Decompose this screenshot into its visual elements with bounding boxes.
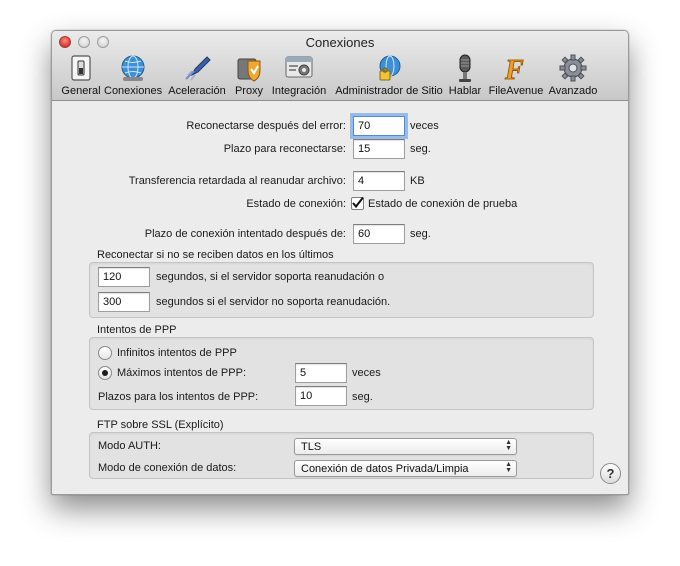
- resume-seconds-input[interactable]: 120: [98, 267, 150, 287]
- reconnect-delay-unit: seg.: [410, 143, 431, 155]
- ppp-delay-input[interactable]: 10: [295, 386, 347, 406]
- toolbar-administrador-sitio[interactable]: Administrador de Sitio: [333, 53, 445, 97]
- ppp-delay-unit: seg.: [352, 391, 373, 403]
- infinite-ppp-label[interactable]: Infinitos intentos de PPP: [117, 347, 237, 359]
- reconnect-attempts-input[interactable]: 70: [353, 116, 405, 136]
- max-ppp-unit: veces: [352, 367, 381, 379]
- radio-selected-dot: [102, 370, 108, 376]
- data-mode-value: Conexión de datos Privada/Limpia: [301, 463, 469, 475]
- microphone-icon: [459, 54, 471, 82]
- toolbar-conexiones[interactable]: Conexiones: [104, 53, 162, 97]
- reconnect-delay-input[interactable]: 15: [353, 139, 405, 159]
- globe-icon: [121, 55, 145, 81]
- updown-arrows-icon: ▲ ▼: [505, 439, 512, 452]
- auth-mode-select[interactable]: TLS ▲ ▼: [294, 438, 517, 455]
- fileavenue-icon: F: [504, 55, 525, 83]
- toolbar-general[interactable]: General: [59, 53, 103, 97]
- connections-pane: Reconectarse después del error: 70 veces…: [52, 102, 628, 494]
- reconnect-group: 120 segundos, si el servidor soporta rea…: [89, 262, 594, 318]
- max-ppp-radio[interactable]: [98, 366, 112, 380]
- reconnect-section-title: Reconectar si no se reciben datos en los…: [97, 249, 334, 261]
- noresume-seconds-label: segundos si el servidor no soporta reanu…: [156, 296, 391, 308]
- preferences-window: Conexiones General Conexiones Aceleració…: [51, 30, 629, 495]
- resume-seconds-label: segundos, si el servidor soporta reanuda…: [156, 271, 385, 283]
- infinite-ppp-radio[interactable]: [98, 346, 112, 360]
- ftp-ssl-section-title: FTP sobre SSL (Explícito): [97, 419, 224, 431]
- connection-status-label: Estado de conexión:: [246, 198, 346, 210]
- auth-mode-label: Modo AUTH:: [98, 440, 161, 452]
- reconnect-unit: veces: [410, 120, 439, 132]
- test-connection-checkbox-label[interactable]: Estado de conexión de prueba: [368, 198, 517, 210]
- switch-icon: [71, 55, 91, 81]
- shield-icon: [237, 58, 261, 82]
- rocket-icon: [185, 56, 211, 81]
- toolbar-proxy[interactable]: Proxy: [231, 53, 267, 97]
- titlebar: Conexiones General Conexiones Aceleració…: [52, 31, 628, 101]
- toolbar-aceleracion[interactable]: Aceleración: [167, 53, 227, 97]
- connection-timeout-label: Plazo de conexión intentado después de:: [144, 228, 346, 240]
- connection-timeout-input[interactable]: 60: [353, 224, 405, 244]
- noresume-seconds-input[interactable]: 300: [98, 292, 150, 312]
- ppp-section-title: Intentos de PPP: [97, 324, 177, 336]
- window-title: Conexiones: [305, 35, 375, 50]
- updown-arrows-icon: ▲ ▼: [505, 461, 512, 474]
- transfer-delay-input[interactable]: 4: [353, 171, 405, 191]
- reconnect-label: Reconectarse después del error:: [186, 120, 346, 132]
- toolbar-hablar[interactable]: Hablar: [448, 53, 482, 97]
- max-ppp-input[interactable]: 5: [295, 363, 347, 383]
- test-connection-checkbox[interactable]: [351, 196, 364, 210]
- checkmark-icon: [352, 196, 364, 209]
- transfer-delay-unit: KB: [410, 175, 425, 187]
- toolbar-avanzado[interactable]: Avanzado: [547, 53, 599, 97]
- data-mode-select[interactable]: Conexión de datos Privada/Limpia ▲ ▼: [294, 460, 517, 477]
- reconnect-delay-label: Plazo para reconectarse:: [223, 143, 346, 155]
- transfer-delay-label: Transferencia retardada al reanudar arch…: [128, 175, 346, 187]
- ppp-group: Infinitos intentos de PPP Máximos intent…: [89, 337, 594, 410]
- window-gear-icon: [285, 56, 313, 78]
- toolbar-integracion[interactable]: Integración: [270, 53, 328, 97]
- data-mode-label: Modo de conexión de datos:: [98, 462, 237, 474]
- connection-timeout-unit: seg.: [410, 228, 431, 240]
- site-manager-icon: [379, 55, 401, 81]
- toolbar-fileavenue[interactable]: F FileAvenue: [488, 53, 544, 97]
- max-ppp-label[interactable]: Máximos intentos de PPP:: [117, 367, 246, 379]
- gear-icon: [559, 54, 587, 82]
- ftp-ssl-group: Modo AUTH: TLS ▲ ▼ Modo de conexión de da…: [89, 432, 594, 479]
- auth-mode-value: TLS: [301, 441, 322, 453]
- svg-text:F: F: [504, 55, 524, 83]
- help-button[interactable]: ?: [600, 463, 621, 484]
- ppp-delay-label: Plazos para los intentos de PPP:: [98, 391, 259, 403]
